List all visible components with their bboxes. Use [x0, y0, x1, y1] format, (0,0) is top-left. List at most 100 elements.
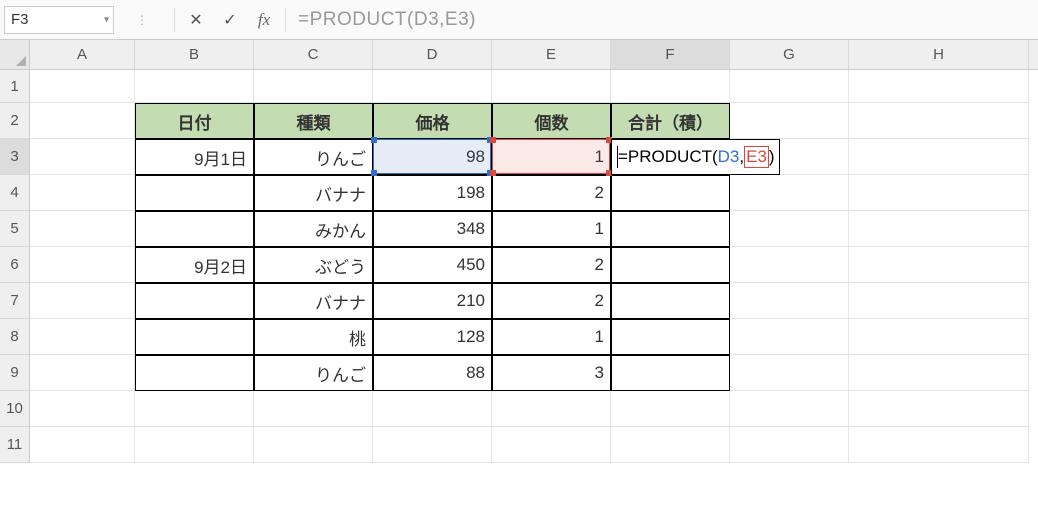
row-header-9[interactable]: 9: [0, 355, 29, 391]
cell-E6[interactable]: 2: [492, 247, 611, 283]
cell-E10[interactable]: [492, 391, 611, 427]
cell-B4[interactable]: [135, 175, 254, 211]
cell-E8[interactable]: 1: [492, 319, 611, 355]
cell-H7[interactable]: [849, 283, 1029, 319]
cancel-button[interactable]: ✕: [179, 6, 213, 34]
cell-D9[interactable]: 88: [373, 355, 492, 391]
cell-H9[interactable]: [849, 355, 1029, 391]
cell-H1[interactable]: [849, 70, 1029, 103]
row-header-7[interactable]: 7: [0, 283, 29, 319]
cell-D11[interactable]: [373, 427, 492, 463]
row-header-10[interactable]: 10: [0, 391, 29, 427]
cell-D5[interactable]: 348: [373, 211, 492, 247]
column-header-C[interactable]: C: [254, 40, 373, 69]
cell-C5[interactable]: みかん: [254, 211, 373, 247]
insert-function-button[interactable]: fx: [247, 6, 281, 34]
cell-C3[interactable]: りんご: [254, 139, 373, 175]
cell-C11[interactable]: [254, 427, 373, 463]
cell-H6[interactable]: [849, 247, 1029, 283]
cell-G2[interactable]: [730, 103, 849, 139]
cell-B7[interactable]: [135, 283, 254, 319]
cell-F6[interactable]: [611, 247, 730, 283]
cell-F2[interactable]: 合計（積）: [611, 103, 730, 139]
cell-F9[interactable]: [611, 355, 730, 391]
cell-C4[interactable]: バナナ: [254, 175, 373, 211]
formula-input[interactable]: =PRODUCT(D3,E3): [290, 6, 1034, 34]
cell-H2[interactable]: [849, 103, 1029, 139]
name-box-more-icon[interactable]: ⋮: [114, 13, 170, 27]
cell-A6[interactable]: [30, 247, 135, 283]
cell-B6[interactable]: 9月2日: [135, 247, 254, 283]
cell-C9[interactable]: りんご: [254, 355, 373, 391]
cell-C8[interactable]: 桃: [254, 319, 373, 355]
cell-A1[interactable]: [30, 70, 135, 103]
cell-G4[interactable]: [730, 175, 849, 211]
cell-B2[interactable]: 日付: [135, 103, 254, 139]
cell-B10[interactable]: [135, 391, 254, 427]
cell-F8[interactable]: [611, 319, 730, 355]
cell-E5[interactable]: 1: [492, 211, 611, 247]
cell-D10[interactable]: [373, 391, 492, 427]
cell-E9[interactable]: 3: [492, 355, 611, 391]
cell-F1[interactable]: [611, 70, 730, 103]
cell-H11[interactable]: [849, 427, 1029, 463]
cell-H4[interactable]: [849, 175, 1029, 211]
cell-H3[interactable]: [849, 139, 1029, 175]
cell-B3[interactable]: 9月1日: [135, 139, 254, 175]
name-box[interactable]: F3 ▾: [4, 6, 114, 34]
cell-C2[interactable]: 種類: [254, 103, 373, 139]
cell-E2[interactable]: 個数: [492, 103, 611, 139]
cell-B9[interactable]: [135, 355, 254, 391]
cell-E3[interactable]: 1: [492, 139, 611, 175]
cell-F5[interactable]: [611, 211, 730, 247]
cell-H8[interactable]: [849, 319, 1029, 355]
row-header-3[interactable]: 3: [0, 139, 29, 175]
cell-A4[interactable]: [30, 175, 135, 211]
cell-G10[interactable]: [730, 391, 849, 427]
cell-G8[interactable]: [730, 319, 849, 355]
cell-B5[interactable]: [135, 211, 254, 247]
cell-H10[interactable]: [849, 391, 1029, 427]
cell-E1[interactable]: [492, 70, 611, 103]
column-header-D[interactable]: D: [373, 40, 492, 69]
enter-button[interactable]: ✓: [213, 6, 247, 34]
cell-A11[interactable]: [30, 427, 135, 463]
cell-C10[interactable]: [254, 391, 373, 427]
row-header-2[interactable]: 2: [0, 103, 29, 139]
cell-D7[interactable]: 210: [373, 283, 492, 319]
cell-F10[interactable]: [611, 391, 730, 427]
cell-D3[interactable]: 98: [373, 139, 492, 175]
cell-E4[interactable]: 2: [492, 175, 611, 211]
cell-B11[interactable]: [135, 427, 254, 463]
cell-A8[interactable]: [30, 319, 135, 355]
row-header-5[interactable]: 5: [0, 211, 29, 247]
cell-G9[interactable]: [730, 355, 849, 391]
cell-A10[interactable]: [30, 391, 135, 427]
cell-B1[interactable]: [135, 70, 254, 103]
editing-cell[interactable]: =PRODUCT(D3,E3): [611, 139, 780, 175]
cell-B8[interactable]: [135, 319, 254, 355]
cell-G6[interactable]: [730, 247, 849, 283]
cell-C7[interactable]: バナナ: [254, 283, 373, 319]
cell-C1[interactable]: [254, 70, 373, 103]
cell-D6[interactable]: 450: [373, 247, 492, 283]
select-all-corner[interactable]: [0, 40, 30, 70]
cell-D8[interactable]: 128: [373, 319, 492, 355]
cell-A7[interactable]: [30, 283, 135, 319]
cell-D2[interactable]: 価格: [373, 103, 492, 139]
cell-A3[interactable]: [30, 139, 135, 175]
cell-G1[interactable]: [730, 70, 849, 103]
cell-G7[interactable]: [730, 283, 849, 319]
cell-A5[interactable]: [30, 211, 135, 247]
cell-F4[interactable]: [611, 175, 730, 211]
column-header-F[interactable]: F: [611, 40, 730, 69]
row-header-4[interactable]: 4: [0, 175, 29, 211]
column-header-B[interactable]: B: [135, 40, 254, 69]
cell-G5[interactable]: [730, 211, 849, 247]
cell-F11[interactable]: [611, 427, 730, 463]
cell-F7[interactable]: [611, 283, 730, 319]
row-header-6[interactable]: 6: [0, 247, 29, 283]
column-header-A[interactable]: A: [30, 40, 135, 69]
row-header-11[interactable]: 11: [0, 427, 29, 463]
cell-D1[interactable]: [373, 70, 492, 103]
